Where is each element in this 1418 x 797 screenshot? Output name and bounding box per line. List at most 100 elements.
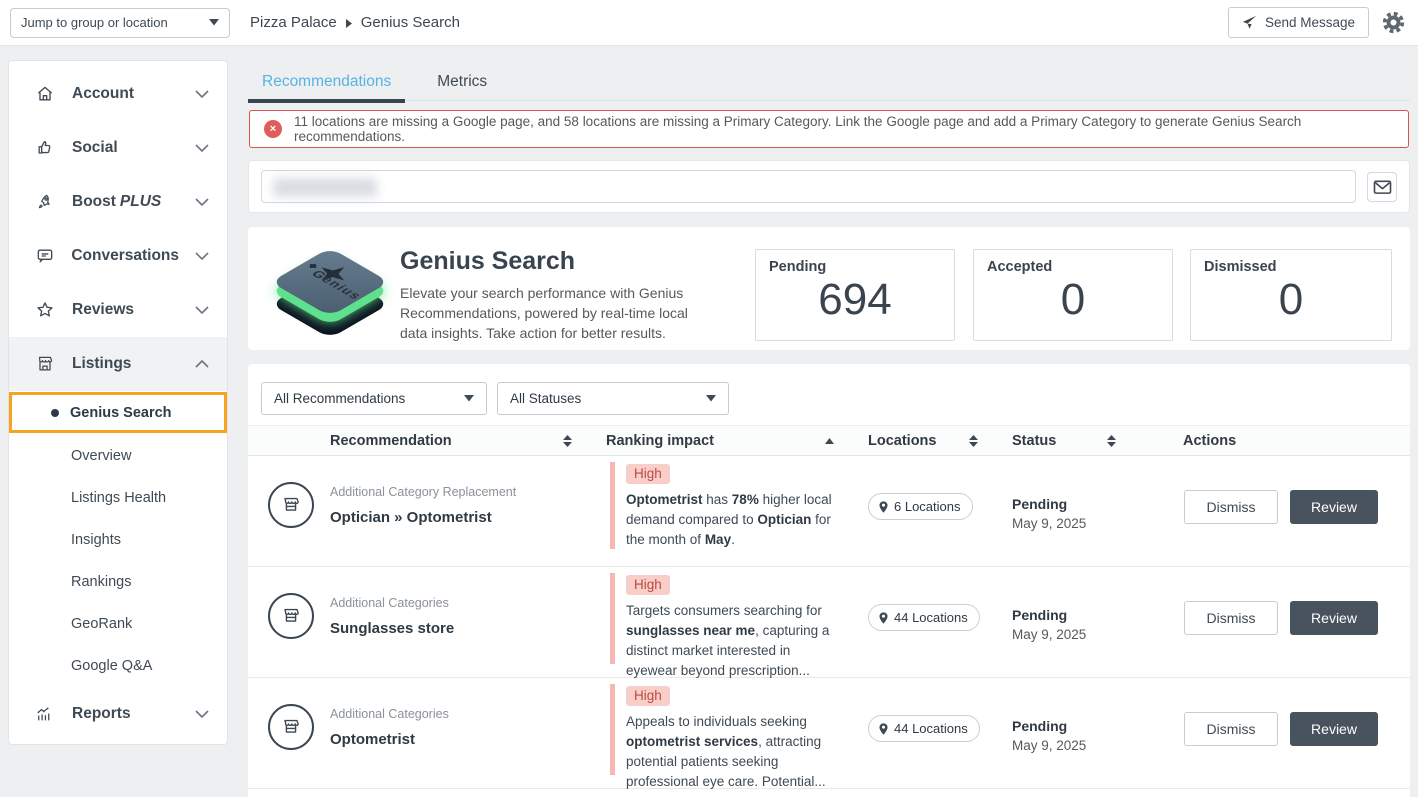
sidebar-item-conversations[interactable]: Conversations — [9, 229, 227, 283]
paper-plane-icon — [1242, 15, 1257, 30]
jump-to-group-select[interactable]: Jump to group or location — [10, 8, 230, 38]
review-button[interactable]: Review — [1290, 712, 1378, 746]
page-title: Genius Search — [400, 247, 575, 276]
recommendations-panel: All Recommendations All Statuses Recomme… — [248, 364, 1410, 797]
locations-pill[interactable]: 44 Locations — [868, 604, 980, 631]
table-header: Recommendation Ranking impact Locations … — [248, 425, 1410, 456]
tab-bar: Recommendations Metrics — [248, 66, 1410, 101]
page-description: Elevate your search performance with Gen… — [400, 283, 712, 343]
recommendation-name: Optometrist — [330, 731, 606, 748]
table-row: Additional Categories Sunglasses store H… — [248, 567, 1410, 678]
jump-to-group-label: Jump to group or location — [21, 15, 168, 30]
column-header-locations[interactable]: Locations — [868, 433, 1012, 449]
chevron-down-icon — [195, 90, 209, 98]
sidebar-item-label: Conversations — [71, 247, 179, 265]
breadcrumb: Pizza Palace Genius Search — [250, 14, 460, 31]
impact-level-bar — [610, 462, 615, 549]
topbar: Jump to group or location Pizza Palace G… — [0, 0, 1418, 46]
column-header-status[interactable]: Status — [1012, 433, 1150, 449]
dropdown-arrow-icon — [706, 395, 716, 402]
chevron-up-icon — [195, 360, 209, 368]
recommendation-category: Additional Categories — [330, 596, 606, 610]
sidebar-item-reviews[interactable]: Reviews — [9, 283, 227, 337]
rocket-icon — [34, 192, 56, 212]
sidebar-item-boost-plus[interactable]: BoostPLUS — [9, 175, 227, 229]
envelope-icon — [1373, 179, 1392, 195]
impact-level-bar — [610, 684, 615, 775]
sidebar-item-genius-search[interactable]: Genius Search — [9, 392, 227, 433]
impact-description: Optometrist has 78% higher local demand … — [626, 490, 833, 550]
gear-icon[interactable] — [1382, 11, 1405, 34]
recommendation-name: Sunglasses store — [330, 620, 606, 637]
locations-pill[interactable]: 6 Locations — [868, 493, 973, 520]
send-message-button[interactable]: Send Message — [1228, 7, 1369, 38]
dismiss-button[interactable]: Dismiss — [1184, 712, 1278, 746]
error-banner-text: 11 locations are missing a Google page, … — [294, 114, 1394, 144]
breadcrumb-parent[interactable]: Pizza Palace — [250, 14, 337, 31]
locations-pill[interactable]: 44 Locations — [868, 715, 980, 742]
table-row: Additional Category Replacement Optician… — [248, 456, 1410, 567]
search-panel — [248, 160, 1410, 213]
category-circle-icon — [268, 482, 314, 528]
thumbs-up-icon — [34, 138, 56, 158]
sort-icon — [969, 435, 978, 447]
sidebar-item-label: Listings — [72, 355, 131, 373]
column-header-recommendation[interactable]: Recommendation — [330, 433, 606, 449]
genius-logo: Genius — [264, 235, 396, 341]
impact-description: Appeals to individuals seeking optometri… — [626, 712, 833, 792]
send-message-label: Send Message — [1265, 15, 1355, 30]
search-input[interactable] — [261, 170, 1356, 203]
sidebar-item-reports[interactable]: Reports — [9, 687, 227, 741]
status-filter-label: All Statuses — [510, 391, 581, 406]
sidebar-item-overview[interactable]: Overview — [9, 435, 227, 477]
error-banner: × 11 locations are missing a Google page… — [249, 110, 1409, 148]
impact-level-bar — [610, 573, 615, 664]
recommendation-category: Additional Category Replacement — [330, 485, 606, 499]
sidebar-item-label: Reports — [72, 705, 131, 723]
table-body: Additional Category Replacement Optician… — [248, 456, 1410, 789]
chevron-down-icon — [195, 306, 209, 314]
tab-metrics[interactable]: Metrics — [423, 66, 501, 101]
dropdown-arrow-icon — [209, 19, 219, 26]
recommendation-type-select[interactable]: All Recommendations — [261, 382, 487, 415]
status-text: Pending — [1012, 716, 1150, 736]
stat-accepted: Accepted 0 — [973, 249, 1173, 341]
dropdown-arrow-icon — [464, 395, 474, 402]
sidebar-item-insights[interactable]: Insights — [9, 519, 227, 561]
chevron-down-icon — [195, 144, 209, 152]
sidebar-item-label: Social — [72, 139, 118, 157]
impact-badge: High — [626, 575, 670, 595]
stat-value: 694 — [769, 276, 941, 324]
chevron-down-icon — [195, 252, 209, 260]
breadcrumb-current: Genius Search — [361, 14, 460, 31]
recommendation-name: Optician » Optometrist — [330, 509, 606, 526]
sort-icon — [1107, 435, 1116, 447]
impact-description: Targets consumers searching for sunglass… — [626, 601, 833, 681]
sidebar-item-listings-health[interactable]: Listings Health — [9, 477, 227, 519]
review-button[interactable]: Review — [1290, 490, 1378, 524]
sidebar-item-social[interactable]: Social — [9, 121, 227, 175]
stat-pending: Pending 694 — [755, 249, 955, 341]
sidebar-item-rankings[interactable]: Rankings — [9, 561, 227, 603]
column-header-ranking-impact[interactable]: Ranking impact — [606, 433, 868, 449]
active-bullet-icon — [51, 409, 59, 417]
sidebar-item-google-qa[interactable]: Google Q&A — [9, 645, 227, 687]
dismiss-button[interactable]: Dismiss — [1184, 490, 1278, 524]
tab-recommendations[interactable]: Recommendations — [248, 66, 405, 101]
review-button[interactable]: Review — [1290, 601, 1378, 635]
status-select[interactable]: All Statuses — [497, 382, 729, 415]
sidebar-item-listings[interactable]: Listings — [9, 337, 227, 391]
dismiss-button[interactable]: Dismiss — [1184, 601, 1278, 635]
envelope-button[interactable] — [1367, 172, 1397, 202]
stat-label: Accepted — [987, 259, 1159, 275]
stat-label: Pending — [769, 259, 941, 275]
status-date: May 9, 2025 — [1012, 514, 1150, 534]
sidebar-item-label: BoostPLUS — [72, 193, 161, 211]
chart-icon — [34, 704, 56, 724]
sort-icon — [563, 435, 572, 447]
sidebar-item-account[interactable]: Account — [9, 67, 227, 121]
status-text: Pending — [1012, 494, 1150, 514]
sidebar-item-georank[interactable]: GeoRank — [9, 603, 227, 645]
table-row: Additional Categories Optometrist High A… — [248, 678, 1410, 789]
home-icon — [34, 84, 56, 104]
